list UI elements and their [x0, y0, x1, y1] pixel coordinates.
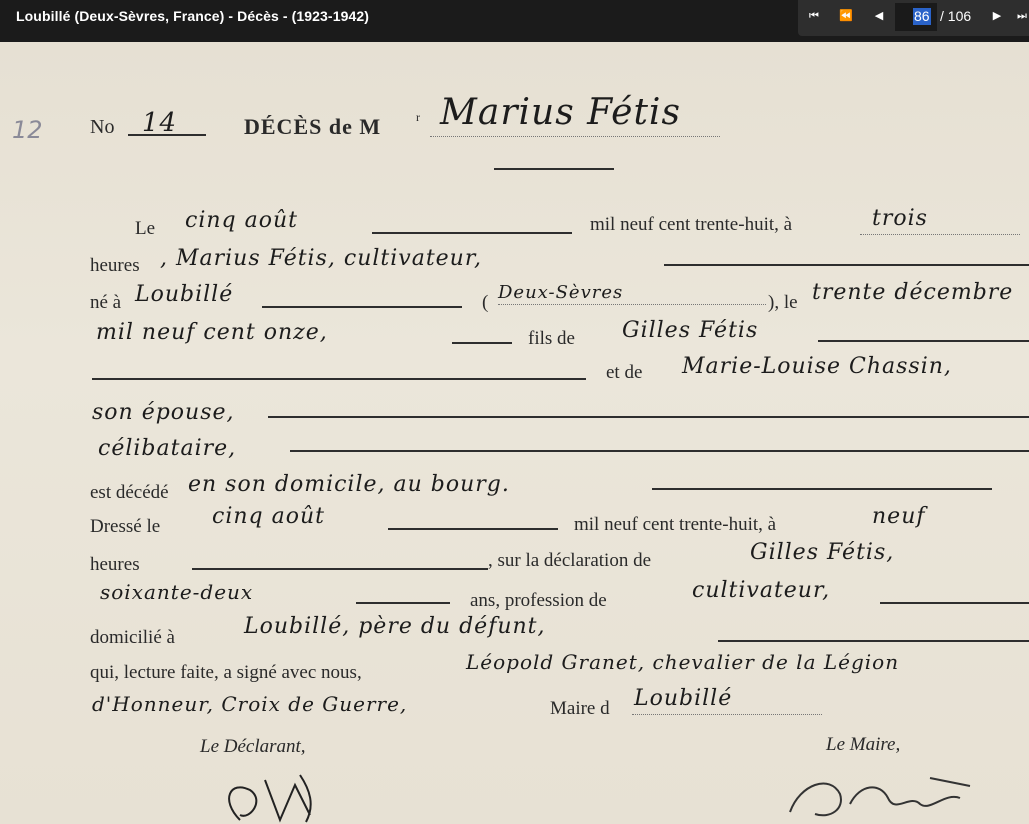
- heures2-line: [192, 568, 488, 570]
- town-name: Loubillé: [634, 686, 733, 711]
- record-date: cinq août: [212, 504, 325, 529]
- last-page-icon: ⏭: [1017, 9, 1027, 22]
- domicile-line: [718, 640, 1029, 642]
- year-text: mil neuf cent trente-huit, à: [590, 214, 793, 235]
- name-profession: , Marius Fétis, cultivateur,: [160, 246, 482, 271]
- death-hour: trois: [872, 206, 928, 231]
- record-hour: neuf: [872, 504, 926, 529]
- name-dotted-line: [430, 136, 720, 137]
- birth-year-line: [452, 342, 512, 344]
- hour-dotted-line: [860, 234, 1020, 235]
- dresse-le-label: Dressé le: [90, 516, 161, 537]
- declarant-profession: cultivateur,: [692, 578, 831, 603]
- row6-line: [268, 416, 1029, 418]
- row8-line: [652, 488, 992, 490]
- declarant-caption: Le Déclarant,: [200, 736, 306, 757]
- birthplace-line: [262, 306, 462, 308]
- department-dotted-line: [498, 304, 766, 305]
- record-heading: DÉCÈS de M: [244, 114, 382, 139]
- declarant-name: Gilles Fétis,: [750, 540, 895, 565]
- declaration-text: , sur la déclaration de: [488, 550, 652, 571]
- record-date-line: [388, 528, 558, 530]
- le2-label: ), le: [768, 292, 798, 313]
- declarant-age: soixante-deux: [100, 580, 254, 604]
- birthplace: Loubillé: [135, 282, 234, 307]
- heading-rule: [494, 168, 614, 170]
- father-name: Gilles Fétis: [622, 318, 759, 343]
- declarant-domicile: Loubillé, père du défunt,: [244, 614, 546, 639]
- est-decede-label: est décédé: [90, 482, 169, 503]
- et-de-label: et de: [606, 362, 643, 383]
- page-number-input[interactable]: 86: [913, 8, 931, 25]
- fils-de-label: fils de: [528, 328, 575, 349]
- declarant-signature: [228, 774, 312, 823]
- row7-line: [290, 450, 1029, 452]
- department: Deux-Sèvres: [498, 282, 624, 303]
- open-paren: (: [482, 292, 489, 313]
- mayor-caption: Le Maire,: [826, 734, 901, 755]
- first-page-button[interactable]: ⏮: [804, 7, 824, 25]
- domicilie-label: domicilié à: [90, 627, 175, 648]
- row2-line: [664, 264, 1029, 266]
- previous-page-button[interactable]: ◀: [869, 7, 889, 25]
- age-line: [356, 602, 450, 604]
- father-line: [818, 340, 1029, 342]
- first-page-icon: ⏮: [809, 9, 819, 22]
- heading-superscript: r: [416, 110, 420, 124]
- row5-line: [92, 378, 586, 380]
- viewer-toolbar: Loubillé (Deux-Sèvres, France) - Décès -…: [0, 0, 1029, 42]
- document-image[interactable]: 12 No 14 DÉCÈS de M r Marius Fétis Le ci…: [0, 42, 1029, 824]
- mayor-honors: d'Honneur, Croix de Guerre,: [92, 692, 408, 716]
- date-line: [372, 232, 572, 234]
- birth-date: trente décembre: [812, 280, 1014, 305]
- town-dotted-line: [632, 714, 822, 715]
- le-label: Le: [135, 218, 156, 239]
- mayor-name: Léopold Granet, chevalier de la Légion: [466, 650, 900, 674]
- lecture-text: qui, lecture faite, a signé avec nous,: [90, 662, 362, 683]
- ne-a-label: né à: [90, 292, 122, 313]
- fast-rewind-icon: ⏪: [839, 9, 853, 22]
- death-place: en son domicile, au bourg.: [188, 472, 510, 497]
- page-navigator: ⏮ ⏪ ◀ 86 / 106 ▶ ⏭: [798, 0, 1029, 36]
- fast-rewind-button[interactable]: ⏪: [836, 7, 856, 25]
- page-total: / 106: [940, 8, 972, 24]
- next-page-button[interactable]: ▶: [987, 7, 1007, 25]
- ans-profession-label: ans, profession de: [470, 590, 607, 611]
- mayor-signature: [789, 777, 971, 817]
- previous-page-icon: ◀: [874, 9, 884, 22]
- profession-line: [880, 602, 1029, 604]
- spouse-status: son épouse,: [92, 400, 235, 425]
- record-year-text: mil neuf cent trente-huit, à: [574, 514, 777, 535]
- next-page-icon: ▶: [992, 9, 1002, 22]
- maire-de-label: Maire d: [550, 698, 610, 719]
- heures2-label: heures: [90, 554, 140, 575]
- deceased-name: Marius Fétis: [440, 92, 681, 133]
- number-underline: [128, 134, 206, 136]
- marital-status: célibataire,: [98, 436, 237, 461]
- death-date: cinq août: [185, 208, 298, 233]
- heures-label: heures: [90, 255, 140, 276]
- mother-name: Marie-Louise Chassin,: [682, 354, 952, 379]
- birth-year: mil neuf cent onze,: [96, 320, 328, 345]
- last-page-button[interactable]: ⏭: [1012, 7, 1029, 25]
- document-title: Loubillé (Deux-Sèvres, France) - Décès -…: [16, 8, 370, 24]
- number-label: No: [90, 116, 115, 138]
- margin-note: 12: [12, 116, 43, 144]
